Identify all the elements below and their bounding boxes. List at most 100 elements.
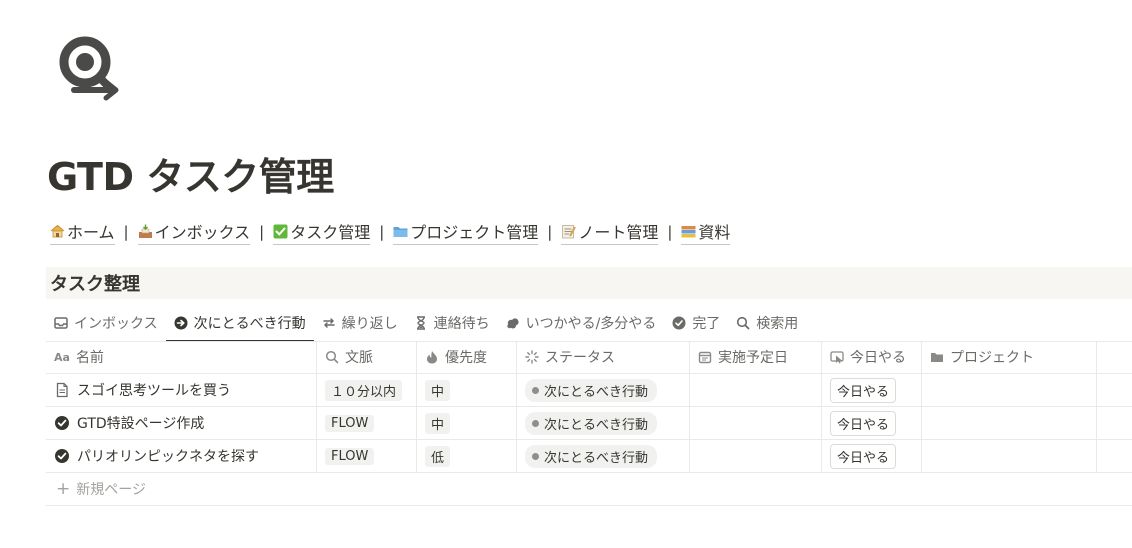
cell-project[interactable] (922, 374, 1097, 406)
status-dot (532, 419, 539, 427)
inbox-tray-icon (138, 224, 153, 239)
column-label: 実施予定日 (718, 350, 788, 366)
check-circle-icon (54, 448, 70, 464)
priority-tag: 中 (425, 412, 451, 434)
column-header-context[interactable]: 文脈 (317, 341, 417, 373)
database-title[interactable]: タスク整理 (46, 267, 1132, 299)
column-header-priority[interactable]: 優先度 (417, 341, 517, 373)
table-row[interactable]: パリオリンピックネタを探す FLOW 低 次にとるべき行動 今日やる (46, 440, 1132, 473)
today-button[interactable]: 今日やる (830, 377, 897, 403)
link-materials[interactable]: 資料 (681, 219, 731, 245)
status-badge: 次にとるべき行動 (525, 378, 658, 402)
column-header-name[interactable]: Aa 名前 (46, 341, 317, 373)
cell-date[interactable] (690, 407, 822, 439)
priority-tag: 中 (425, 379, 451, 401)
tab-done[interactable]: 完了 (664, 304, 728, 341)
house-icon (50, 224, 65, 239)
row-title: GTD特設ページ作成 (77, 415, 205, 432)
fire-icon (425, 350, 439, 364)
tab-label: 完了 (692, 315, 721, 332)
tab-someday[interactable]: いつかやる/多分やる (498, 304, 665, 341)
table-row[interactable]: スゴイ思考ツールを買う １０分以内 中 次にとるべき行動 今日やる (46, 374, 1132, 407)
status-badge: 次にとるべき行動 (525, 444, 658, 468)
cell-status[interactable]: 次にとるべき行動 (517, 374, 690, 406)
context-tag: FLOW (325, 414, 375, 432)
status-badge: 次にとるべき行動 (525, 411, 658, 435)
status-label: 次にとるべき行動 (544, 450, 649, 466)
column-header-project[interactable]: プロジェクト (922, 341, 1097, 373)
table-row[interactable]: GTD特設ページ作成 FLOW 中 次にとるべき行動 今日やる (46, 407, 1132, 440)
column-header-status[interactable]: ステータス (517, 341, 690, 373)
cursor-button-icon (830, 350, 844, 364)
cell-today: 今日やる (822, 440, 922, 472)
arrow-circle-icon (174, 316, 188, 330)
link-bar: ホーム | インボックス | タスク管理 | プロジェクト管理 | ノート管理 … (50, 219, 731, 245)
cell-context[interactable]: １０分以内 (317, 374, 417, 406)
today-button[interactable]: 今日やる (830, 410, 897, 436)
hourglass-icon (414, 315, 428, 330)
tab-label: 連絡待ち (433, 315, 490, 332)
folder-icon (930, 350, 944, 364)
database-table: Aa 名前 文脈 優先度 ステータス 実施予定日 今日やる プロジェクト スゴイ… (46, 341, 1132, 506)
check-circle-icon (54, 415, 70, 431)
folder-icon (393, 224, 408, 239)
cell-context[interactable]: FLOW (317, 407, 417, 439)
column-header-date[interactable]: 実施予定日 (690, 341, 822, 373)
link-project-management[interactable]: プロジェクト管理 (393, 219, 539, 245)
context-tag: １０分以内 (325, 379, 403, 401)
tab-label: いつかやる/多分やる (525, 315, 657, 332)
tab-label: 検索用 (756, 315, 799, 332)
books-icon (681, 224, 696, 239)
column-label: ステータス (545, 350, 615, 366)
cell-context[interactable]: FLOW (317, 440, 417, 472)
search-icon (736, 316, 750, 330)
link-label: 資料 (698, 223, 731, 242)
new-page-label: 新規ページ (76, 482, 146, 498)
cell-priority[interactable]: 低 (417, 440, 517, 472)
memo-icon (561, 224, 577, 239)
cell-empty (1097, 374, 1132, 406)
separator: | (379, 223, 385, 241)
tab-next-actions[interactable]: 次にとるべき行動 (165, 304, 314, 342)
cell-priority[interactable]: 中 (417, 407, 517, 439)
cell-project[interactable] (922, 407, 1097, 439)
column-label: プロジェクト (950, 350, 1034, 366)
cell-name[interactable]: スゴイ思考ツールを買う (46, 374, 317, 406)
plus-icon: + (56, 479, 71, 499)
tab-repeat[interactable]: 繰り返し (314, 304, 406, 341)
link-label: タスク管理 (290, 223, 371, 242)
link-task-management[interactable]: タスク管理 (273, 219, 371, 245)
tab-search[interactable]: 検索用 (728, 304, 806, 341)
link-note-management[interactable]: ノート管理 (561, 219, 659, 245)
new-page-button[interactable]: + 新規ページ (46, 473, 1132, 506)
cell-empty (1097, 440, 1132, 472)
column-label: 優先度 (445, 350, 487, 366)
column-header-today[interactable]: 今日やる (822, 341, 922, 373)
search-refresh-icon (52, 32, 124, 104)
cell-priority[interactable]: 中 (417, 374, 517, 406)
cell-name[interactable]: GTD特設ページ作成 (46, 407, 317, 439)
tab-waiting[interactable]: 連絡待ち (406, 304, 498, 341)
document-icon (54, 382, 70, 398)
today-button[interactable]: 今日やる (830, 443, 897, 469)
search-icon (325, 350, 339, 364)
priority-tag: 低 (425, 445, 451, 467)
link-inbox[interactable]: インボックス (137, 219, 251, 245)
tab-label: 繰り返し (341, 315, 398, 332)
cell-name[interactable]: パリオリンピックネタを探す (46, 440, 317, 472)
table-header: Aa 名前 文脈 優先度 ステータス 実施予定日 今日やる プロジェクト (46, 341, 1132, 374)
loading-icon (525, 350, 539, 364)
cell-project[interactable] (922, 440, 1097, 472)
column-header-add[interactable] (1097, 341, 1132, 373)
cell-date[interactable] (690, 374, 822, 406)
tab-inbox[interactable]: インボックス (46, 304, 166, 341)
link-home[interactable]: ホーム (50, 219, 115, 245)
tab-label: 次にとるべき行動 (193, 315, 306, 332)
cloud-icon (506, 316, 520, 330)
cell-status[interactable]: 次にとるべき行動 (517, 407, 690, 439)
link-label: ノート管理 (578, 223, 659, 242)
cell-date[interactable] (690, 440, 822, 472)
text-aa-icon: Aa (54, 350, 70, 364)
column-label: 文脈 (345, 350, 373, 366)
cell-status[interactable]: 次にとるべき行動 (517, 440, 690, 472)
